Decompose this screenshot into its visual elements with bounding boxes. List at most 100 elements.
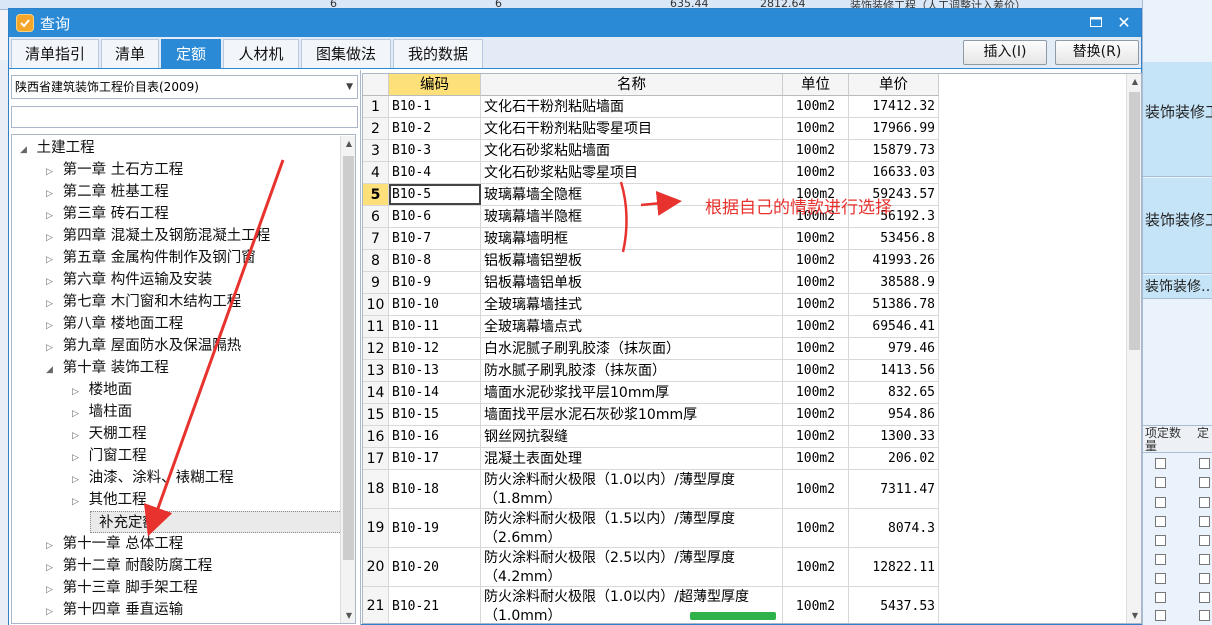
quota-name[interactable]: 钢丝网抗裂缝 — [481, 426, 783, 447]
tree-node[interactable]: ▷ 第十二章 耐酸防腐工程 — [46, 555, 212, 577]
bg-checkbox[interactable] — [1155, 477, 1166, 488]
quota-code[interactable]: B10-6 — [389, 206, 481, 227]
quota-code[interactable]: B10-7 — [389, 228, 481, 249]
dialog-titlebar[interactable]: 查询 ✕ — [9, 9, 1141, 37]
collapsed-arrow-icon[interactable]: ▷ — [46, 205, 58, 227]
table-row[interactable]: 10 B10-10 全玻璃幕墙挂式 100m2 51386.78 — [363, 294, 939, 316]
library-select[interactable]: 陕西省建筑装饰工程价目表(2009) ▼ — [11, 75, 358, 99]
quota-price[interactable]: 5437.53 — [849, 587, 939, 623]
tree-node[interactable]: ▷ 楼地面 — [72, 379, 132, 401]
quota-name[interactable]: 铝板幕墙铝单板 — [481, 272, 783, 293]
column-header-unit[interactable]: 单位 — [783, 74, 849, 96]
tree-node[interactable]: ◢ 土建工程 — [20, 137, 95, 159]
quota-price[interactable]: 69546.41 — [849, 316, 939, 337]
quota-unit[interactable]: 100m2 — [783, 316, 849, 337]
quota-code[interactable]: B10-16 — [389, 426, 481, 447]
bg-checkbox[interactable] — [1199, 477, 1210, 488]
expanded-arrow-icon[interactable]: ◢ — [46, 359, 58, 381]
bg-checkbox[interactable] — [1199, 497, 1210, 508]
quota-code[interactable]: B10-1 — [389, 96, 481, 117]
table-row[interactable]: 8 B10-8 铝板幕墙铝塑板 100m2 41993.26 — [363, 250, 939, 272]
quota-unit[interactable]: 100m2 — [783, 272, 849, 293]
collapsed-arrow-icon[interactable]: ▷ — [46, 557, 58, 579]
tree-node-selected[interactable]: 补充定额 — [90, 511, 344, 533]
expanded-arrow-icon[interactable]: ◢ — [20, 139, 32, 161]
tree-node[interactable]: ▷ 第十三章 脚手架工程 — [46, 577, 198, 599]
tab-atlas-method[interactable]: 图集做法 — [301, 39, 391, 68]
quota-unit[interactable]: 100m2 — [783, 140, 849, 161]
quota-price[interactable]: 979.46 — [849, 338, 939, 359]
tree-node[interactable]: ▷ 其他工程 — [72, 489, 147, 511]
quota-unit[interactable]: 100m2 — [783, 96, 849, 117]
quota-name[interactable]: 防火涂料耐火极限（2.5以内）/薄型厚度（4.2mm） — [481, 548, 783, 586]
quota-unit[interactable]: 100m2 — [783, 228, 849, 249]
collapsed-arrow-icon[interactable]: ▷ — [46, 227, 58, 249]
close-icon[interactable]: ✕ — [1113, 13, 1135, 33]
quota-name[interactable]: 铝板幕墙铝塑板 — [481, 250, 783, 271]
quota-price[interactable]: 8074.3 — [849, 509, 939, 547]
quota-price[interactable]: 7311.47 — [849, 470, 939, 508]
quota-unit[interactable]: 100m2 — [783, 118, 849, 139]
quota-code[interactable]: B10-11 — [389, 316, 481, 337]
table-row[interactable]: 12 B10-12 白水泥腻子刷乳胶漆（抹灰面） 100m2 979.46 — [363, 338, 939, 360]
tree-node[interactable]: ◢ 第十章 装饰工程 — [46, 357, 169, 379]
tab-list[interactable]: 清单 — [101, 39, 159, 68]
column-header-name[interactable]: 名称 — [481, 74, 783, 96]
bg-right-cell[interactable]: 装饰装修工 — [1143, 178, 1212, 274]
table-row[interactable]: 11 B10-11 全玻璃幕墙点式 100m2 69546.41 — [363, 316, 939, 338]
tree-node[interactable]: ▷ 油漆、涂料、裱糊工程 — [72, 467, 234, 489]
quota-unit[interactable]: 100m2 — [783, 338, 849, 359]
quota-unit[interactable]: 100m2 — [783, 360, 849, 381]
table-row[interactable]: 7 B10-7 玻璃幕墙明框 100m2 53456.8 — [363, 228, 939, 250]
quota-name[interactable]: 防火涂料耐火极限（1.0以内）/薄型厚度（1.8mm） — [481, 470, 783, 508]
quota-name[interactable]: 文化石砂浆粘贴零星项目 — [481, 162, 783, 183]
quota-name[interactable]: 文化石干粉剂粘贴零星项目 — [481, 118, 783, 139]
tree-node[interactable]: ▷ 第九章 屋面防水及保温隔热 — [46, 335, 241, 357]
table-row[interactable]: 17 B10-17 混凝土表面处理 100m2 206.02 — [363, 448, 939, 470]
quota-unit[interactable]: 100m2 — [783, 587, 849, 623]
quota-unit[interactable]: 100m2 — [783, 470, 849, 508]
bg-checkbox[interactable] — [1199, 516, 1210, 527]
quota-code[interactable]: B10-21 — [389, 587, 481, 623]
collapsed-arrow-icon[interactable]: ▷ — [72, 491, 84, 513]
collapsed-arrow-icon[interactable]: ▷ — [72, 469, 84, 491]
tab-my-data[interactable]: 我的数据 — [393, 39, 483, 68]
quota-price[interactable]: 1413.56 — [849, 360, 939, 381]
table-row[interactable]: 14 B10-14 墙面水泥砂浆找平层10mm厚 100m2 832.65 — [363, 382, 939, 404]
maximize-icon[interactable] — [1085, 13, 1107, 33]
tree-node[interactable]: ▷ 第十一章 总体工程 — [46, 533, 183, 555]
bg-right-cell[interactable]: 装饰装修工 — [1143, 62, 1212, 177]
tree-node[interactable]: ▷ 门窗工程 — [72, 445, 147, 467]
quota-price[interactable]: 53456.8 — [849, 228, 939, 249]
quota-unit[interactable]: 100m2 — [783, 426, 849, 447]
quota-price[interactable]: 38588.9 — [849, 272, 939, 293]
insert-button[interactable]: 插入(I) — [963, 40, 1047, 65]
scroll-up-icon[interactable]: ▲ — [341, 136, 355, 152]
bg-checkbox[interactable] — [1199, 554, 1210, 565]
quota-price[interactable]: 16633.03 — [849, 162, 939, 183]
quota-unit[interactable]: 100m2 — [783, 509, 849, 547]
quota-name[interactable]: 全玻璃幕墙挂式 — [481, 294, 783, 315]
quota-price[interactable]: 12822.11 — [849, 548, 939, 586]
bg-checkbox[interactable] — [1199, 458, 1210, 469]
quota-code[interactable]: B10-12 — [389, 338, 481, 359]
quota-name[interactable]: 墙面找平层水泥石灰砂浆10mm厚 — [481, 404, 783, 425]
quota-name[interactable]: 文化石砂浆粘贴墙面 — [481, 140, 783, 161]
scroll-down-icon[interactable]: ▼ — [341, 608, 355, 623]
quota-name[interactable]: 防水腻子刷乳胶漆（抹灰面） — [481, 360, 783, 381]
bg-checkbox[interactable] — [1155, 497, 1166, 508]
quota-price[interactable]: 17966.99 — [849, 118, 939, 139]
replace-button[interactable]: 替换(R) — [1055, 40, 1139, 65]
scroll-up-icon[interactable]: ▲ — [1127, 74, 1141, 90]
tree-node[interactable]: ▷ 第四章 混凝土及钢筋混凝土工程 — [46, 225, 270, 247]
bg-checkbox[interactable] — [1155, 516, 1166, 527]
collapsed-arrow-icon[interactable]: ▷ — [46, 293, 58, 315]
quota-name[interactable]: 白水泥腻子刷乳胶漆（抹灰面） — [481, 338, 783, 359]
quota-price[interactable]: 1300.33 — [849, 426, 939, 447]
quota-name[interactable]: 全玻璃幕墙点式 — [481, 316, 783, 337]
quota-unit[interactable]: 100m2 — [783, 448, 849, 469]
table-row[interactable]: 4 B10-4 文化石砂浆粘贴零星项目 100m2 16633.03 — [363, 162, 939, 184]
table-row[interactable]: 20 B10-20 防火涂料耐火极限（2.5以内）/薄型厚度（4.2mm） 10… — [363, 548, 939, 587]
table-row[interactable]: 21 B10-21 防火涂料耐火极限（1.0以内）/超薄型厚度（1.0mm） 1… — [363, 587, 939, 623]
collapsed-arrow-icon[interactable]: ▷ — [72, 403, 84, 425]
